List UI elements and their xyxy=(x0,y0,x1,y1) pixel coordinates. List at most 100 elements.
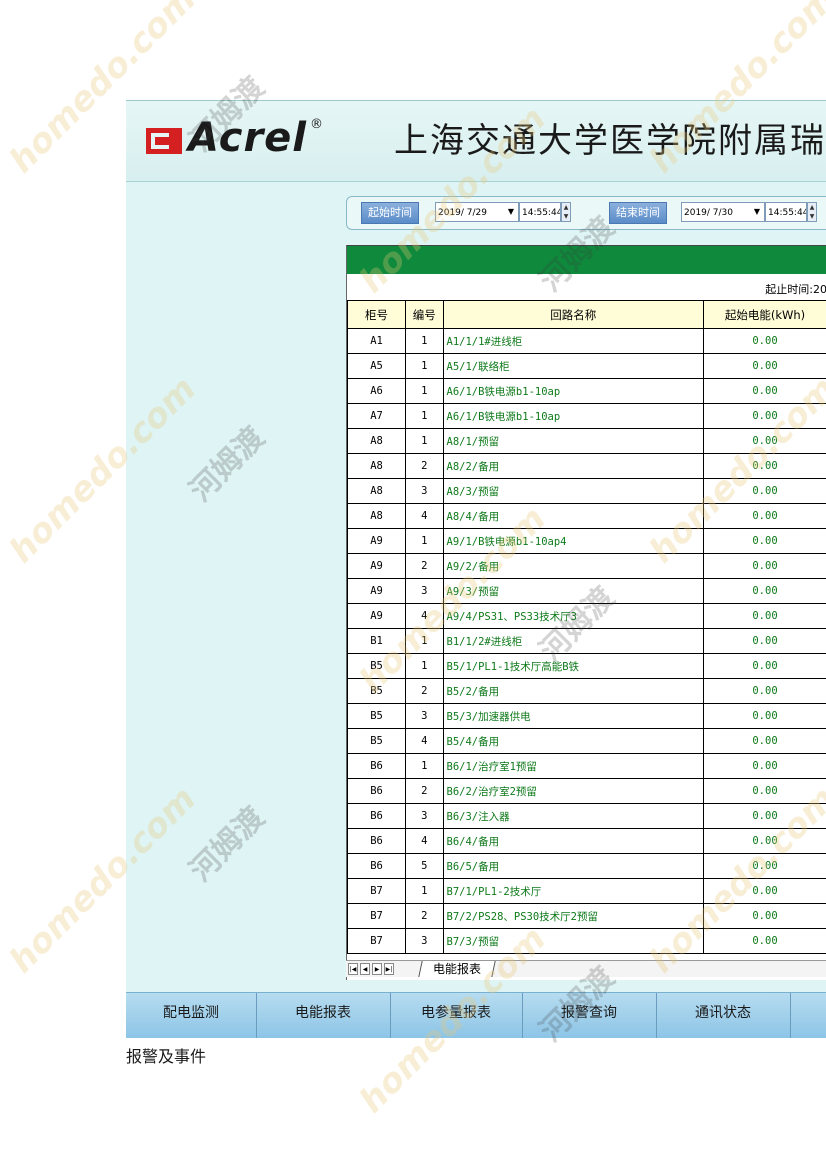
cabinet-cell: A8 xyxy=(346,428,407,454)
number-cell: 3 xyxy=(405,478,444,504)
number-cell: 4 xyxy=(405,603,444,629)
table-row: B6 3 B6/3/注入器 0.00 xyxy=(346,803,826,829)
circuit-name-cell: A8/4/备用 xyxy=(442,503,705,529)
tab-energy-report[interactable]: 电能报表 xyxy=(418,961,496,977)
table-row: B7 2 B7/2/PS28、PS30技术厅2预留 0.00 xyxy=(346,903,826,929)
table-row: A9 4 A9/4/PS31、PS33技术厅3 0.00 xyxy=(346,603,826,629)
table-row: B6 4 B6/4/备用 0.00 xyxy=(346,828,826,854)
circuit-name-cell: B5/1/PL1-1技术厅高能B铁 xyxy=(442,653,705,679)
number-cell: 1 xyxy=(405,653,444,679)
circuit-name-cell: B6/3/注入器 xyxy=(442,803,705,829)
table-row: A8 3 A8/3/预留 0.00 xyxy=(346,478,826,504)
number-cell: 1 xyxy=(405,528,444,554)
start-time-field[interactable]: 14:55:44 xyxy=(519,202,561,222)
table-row: A9 2 A9/2/备用 0.00 xyxy=(346,553,826,579)
table-row: A7 1 A6/1/B铁电源b1-10ap 0.00 xyxy=(346,403,826,429)
end-date-value: 2019/ 7/30 xyxy=(684,208,734,218)
circuit-name-cell: B6/1/治疗室1预留 xyxy=(442,753,705,779)
figure-caption: 报警及事件 xyxy=(126,1047,207,1066)
circuit-name-cell: A8/1/预留 xyxy=(442,428,705,454)
menu-item-communication-status[interactable]: 通讯状态 xyxy=(656,993,791,1038)
number-cell: 1 xyxy=(405,878,444,904)
table-header-row: 柜号 编号 回路名称 起始电能(kWh) xyxy=(346,300,826,329)
next-sheet-icon[interactable]: ▶ xyxy=(372,963,382,975)
start-energy-cell: 0.00 xyxy=(703,578,826,604)
sheet-tab-strip: |◀ ◀ ▶ ▶| 电能报表 xyxy=(346,960,826,977)
menu-item-distribution-monitoring[interactable]: 配电监测 xyxy=(126,993,257,1038)
table-row: B5 2 B5/2/备用 0.00 xyxy=(346,678,826,704)
table-row: A9 3 A9/3/预留 0.00 xyxy=(346,578,826,604)
circuit-name-cell: B7/1/PL1-2技术厅 xyxy=(442,878,705,904)
prev-sheet-icon[interactable]: ◀ xyxy=(360,963,370,975)
header-banner: Acrel ® 上海交通大学医学院附属瑞金医 xyxy=(126,100,826,182)
start-energy-cell: 0.00 xyxy=(703,353,826,379)
cabinet-cell: A6 xyxy=(346,378,407,404)
menu-item-energy-report[interactable]: 电能报表 xyxy=(256,993,391,1038)
start-time-button[interactable]: 起始时间 xyxy=(361,202,419,224)
circuit-name-cell: A6/1/B铁电源b1-10ap xyxy=(442,378,705,404)
page-title: 上海交通大学医学院附属瑞金医 xyxy=(394,121,826,161)
menu-item-alarm-query[interactable]: 报警查询 xyxy=(522,993,657,1038)
number-cell: 4 xyxy=(405,503,444,529)
start-energy-cell: 0.00 xyxy=(703,903,826,929)
acrel-logo-icon xyxy=(146,128,182,154)
start-energy-cell: 0.00 xyxy=(703,753,826,779)
start-date-dropdown-icon[interactable]: ▼ xyxy=(505,202,517,222)
table-row: B5 4 B5/4/备用 0.00 xyxy=(346,728,826,754)
end-time-spinner[interactable]: ▲ ▼ xyxy=(807,202,817,222)
cabinet-cell: A8 xyxy=(346,503,407,529)
table-row: A1 1 A1/1/1#进线柜 0.00 xyxy=(346,328,826,354)
cabinet-cell: B7 xyxy=(346,903,407,929)
cabinet-cell: B6 xyxy=(346,803,407,829)
circuit-name-cell: A9/2/备用 xyxy=(442,553,705,579)
table-row: A9 1 A9/1/B铁电源b1-10ap4 0.00 xyxy=(346,528,826,554)
number-cell: 1 xyxy=(405,353,444,379)
start-energy-cell: 0.00 xyxy=(703,478,826,504)
number-cell: 3 xyxy=(405,578,444,604)
first-sheet-icon[interactable]: |◀ xyxy=(348,963,358,975)
column-header-cabinet[interactable]: 柜号 xyxy=(346,300,407,329)
table-row: B6 5 B6/5/备用 0.00 xyxy=(346,853,826,879)
circuit-name-cell: A5/1/联络柜 xyxy=(442,353,705,379)
column-header-number[interactable]: 编号 xyxy=(405,300,444,329)
column-header-start-energy[interactable]: 起始电能(kWh) xyxy=(703,300,826,329)
number-cell: 2 xyxy=(405,678,444,704)
table-row: A5 1 A5/1/联络柜 0.00 xyxy=(346,353,826,379)
start-energy-cell: 0.00 xyxy=(703,778,826,804)
end-time-button[interactable]: 结束时间 xyxy=(609,202,667,224)
cabinet-cell: A9 xyxy=(346,553,407,579)
table-row: B7 1 B7/1/PL1-2技术厅 0.00 xyxy=(346,878,826,904)
start-date-value: 2019/ 7/29 xyxy=(438,208,488,218)
cabinet-cell: A8 xyxy=(346,453,407,479)
end-date-dropdown-icon[interactable]: ▼ xyxy=(751,202,763,222)
start-energy-cell: 0.00 xyxy=(703,653,826,679)
energy-report-table: 柜号 编号 回路名称 起始电能(kWh) A1 1 A1/1/1#进线柜 0.00 A5… xyxy=(346,300,826,954)
cabinet-cell: B6 xyxy=(346,853,407,879)
end-time-field[interactable]: 14:55:44 xyxy=(765,202,807,222)
last-sheet-icon[interactable]: ▶| xyxy=(384,963,394,975)
start-energy-cell: 0.00 xyxy=(703,453,826,479)
cabinet-cell: B7 xyxy=(346,878,407,904)
number-cell: 1 xyxy=(405,403,444,429)
start-energy-cell: 0.00 xyxy=(703,628,826,654)
start-energy-cell: 0.00 xyxy=(703,828,826,854)
cabinet-cell: B5 xyxy=(346,653,407,679)
circuit-name-cell: A8/2/备用 xyxy=(442,453,705,479)
start-energy-cell: 0.00 xyxy=(703,328,826,354)
column-header-circuit-name[interactable]: 回路名称 xyxy=(442,300,705,329)
cabinet-cell: A8 xyxy=(346,478,407,504)
period-label: 起止时间:20 xyxy=(765,283,826,296)
cabinet-cell: B1 xyxy=(346,628,407,654)
menu-item-electrical-parameter-report[interactable]: 电参量报表 xyxy=(390,993,523,1038)
circuit-name-cell: B5/4/备用 xyxy=(442,728,705,754)
cabinet-cell: A5 xyxy=(346,353,407,379)
circuit-name-cell: A9/4/PS31、PS33技术厅3 xyxy=(442,603,705,629)
start-energy-cell: 0.00 xyxy=(703,678,826,704)
start-energy-cell: 0.00 xyxy=(703,553,826,579)
number-cell: 2 xyxy=(405,778,444,804)
start-time-spinner[interactable]: ▲ ▼ xyxy=(561,202,571,222)
start-energy-cell: 0.00 xyxy=(703,878,826,904)
bottom-menu-bar: 配电监测 电能报表 电参量报表 报警查询 通讯状态 xyxy=(126,992,826,1038)
start-energy-cell: 0.00 xyxy=(703,728,826,754)
number-cell: 3 xyxy=(405,928,444,954)
